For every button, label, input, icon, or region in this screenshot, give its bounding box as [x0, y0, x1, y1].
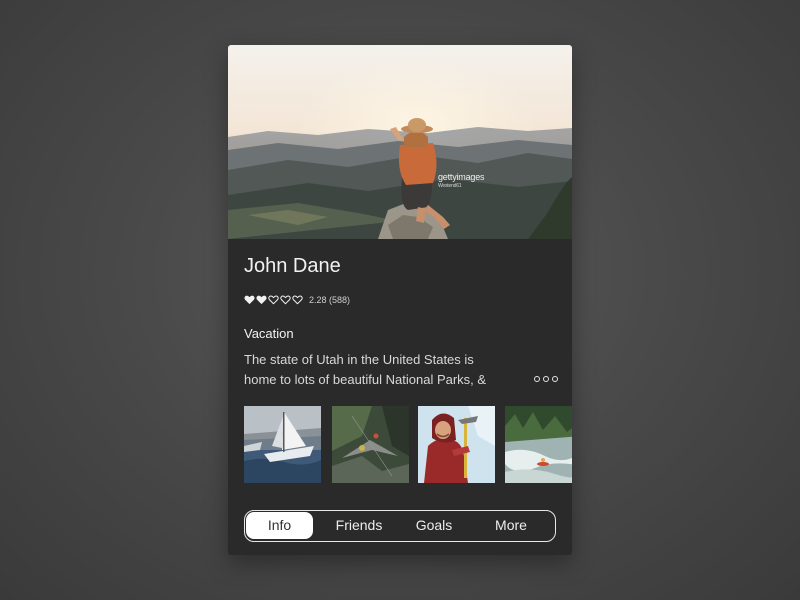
description: The state of Utah in the United States i…	[244, 350, 526, 390]
getty-watermark: gettyimages Westend61	[438, 172, 485, 190]
tab-goals[interactable]: Goals	[398, 512, 470, 539]
cliff-hammock-thumbnail[interactable]	[332, 406, 409, 483]
more-dots-icon[interactable]	[534, 376, 558, 382]
heart-filled-icon	[256, 295, 267, 305]
tab-friends[interactable]: Friends	[323, 512, 395, 539]
sailing-boat-thumbnail[interactable]	[244, 406, 321, 483]
heart-outline-icon	[268, 295, 279, 305]
ice-climber-thumbnail[interactable]	[418, 406, 495, 483]
description-line-1: The state of Utah in the United States i…	[244, 352, 474, 367]
tab-more[interactable]: More	[475, 512, 547, 539]
rating: 2.28 (588)	[244, 295, 350, 305]
section-title: Vacation	[244, 326, 294, 341]
profile-name: John Dane	[244, 255, 341, 277]
hero-photo: gettyimages Westend61	[228, 45, 572, 239]
photo-strip[interactable]	[244, 406, 572, 484]
profile-card: gettyimages Westend61 John Dane 2.28 (58…	[228, 45, 572, 555]
tab-bar: Info Friends Goals More	[244, 510, 556, 542]
tab-info[interactable]: Info	[246, 512, 313, 539]
whitewater-kayak-thumbnail[interactable]	[505, 406, 572, 483]
description-line-2: home to lots of beautiful National Parks…	[244, 372, 487, 387]
heart-filled-icon	[244, 295, 255, 305]
heart-outline-icon	[292, 295, 303, 305]
heart-outline-icon	[280, 295, 291, 305]
rating-text: 2.28 (588)	[309, 295, 351, 305]
